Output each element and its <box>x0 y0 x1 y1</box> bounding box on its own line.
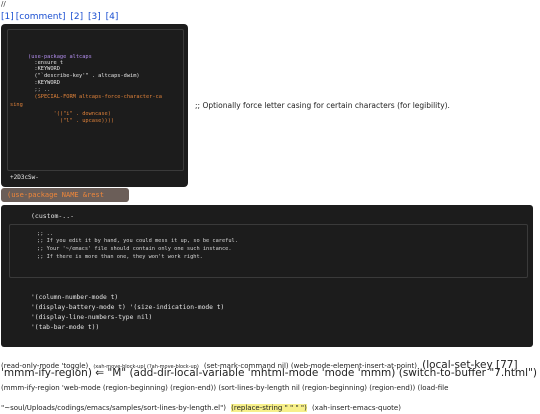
code-line: '(("i" . downcase) <box>28 111 111 117</box>
command-line: (mmm-ify-region 'web-mode (region-beginn… <box>1 384 449 392</box>
code-panel-custom: (custom-..- ;; .. ;; If you edit it by h… <box>1 205 533 347</box>
command-text: "~soul/Uploads/codings/emacs/samples/sor… <box>1 404 227 412</box>
footnote-link-3[interactable]: [3] <box>88 12 101 22</box>
side-comment: ;; Optionally force letter casing for ce… <box>195 101 450 110</box>
panel-footer-code: +2D3cSw- <box>10 174 39 181</box>
footnote-link-comment[interactable]: [comment] <box>16 12 66 22</box>
code-line: ("l" . upcase)))) <box>28 118 115 124</box>
code-line: :KEYWORD <box>28 66 60 72</box>
code-line: '(column-number-mode t) <box>31 294 119 301</box>
footnote-link-1[interactable]: [1] <box>1 12 14 22</box>
top-slashes: // <box>1 0 6 8</box>
comment-line: ;; Your '~/emacs' file should contain on… <box>37 246 232 252</box>
code-line: '(display-battery-mode t) '(size-indicat… <box>31 304 225 311</box>
comment-line: ;; If you edit it by hand, you could mes… <box>37 238 238 244</box>
code-line: (SPECIAL-FORM altcaps-force-character-ca <box>28 94 162 100</box>
code-line: '(display-line-numbers-type nil) <box>31 314 153 321</box>
footnote-link-4[interactable]: [4] <box>106 12 119 22</box>
footnote-links: [1] [comment] [2] [3] [4] <box>1 12 120 22</box>
code-line: ("`describe-key'" . altcaps-dwim) <box>28 73 140 79</box>
command-text: (xah-insert-emacs-quote) <box>311 404 401 412</box>
code-line: '(tab-bar-mode t)) <box>31 324 100 331</box>
footnote-link-2[interactable]: [2] <box>70 12 83 22</box>
use-package-signature-label: (use-package NAME &rest ARGS) <box>1 188 129 213</box>
code-panel-altcaps: (use-package altcaps :ensure t :KEYWORD … <box>1 24 188 187</box>
command-line: 'mmm-ify-region) ⇐ "M" (add-dir-local-va… <box>1 367 538 379</box>
highlighted-command: (replace-string " " " ") <box>231 404 307 412</box>
comment-line: ;; If there is more than one, they won't… <box>37 254 203 260</box>
comment-line: ;; .. <box>37 231 53 237</box>
code-line: ;; .. <box>28 87 51 93</box>
code-line: :KEYWORD <box>28 80 60 86</box>
code-line: sing <box>10 102 23 108</box>
code-line: (custom-..- <box>31 212 75 220</box>
